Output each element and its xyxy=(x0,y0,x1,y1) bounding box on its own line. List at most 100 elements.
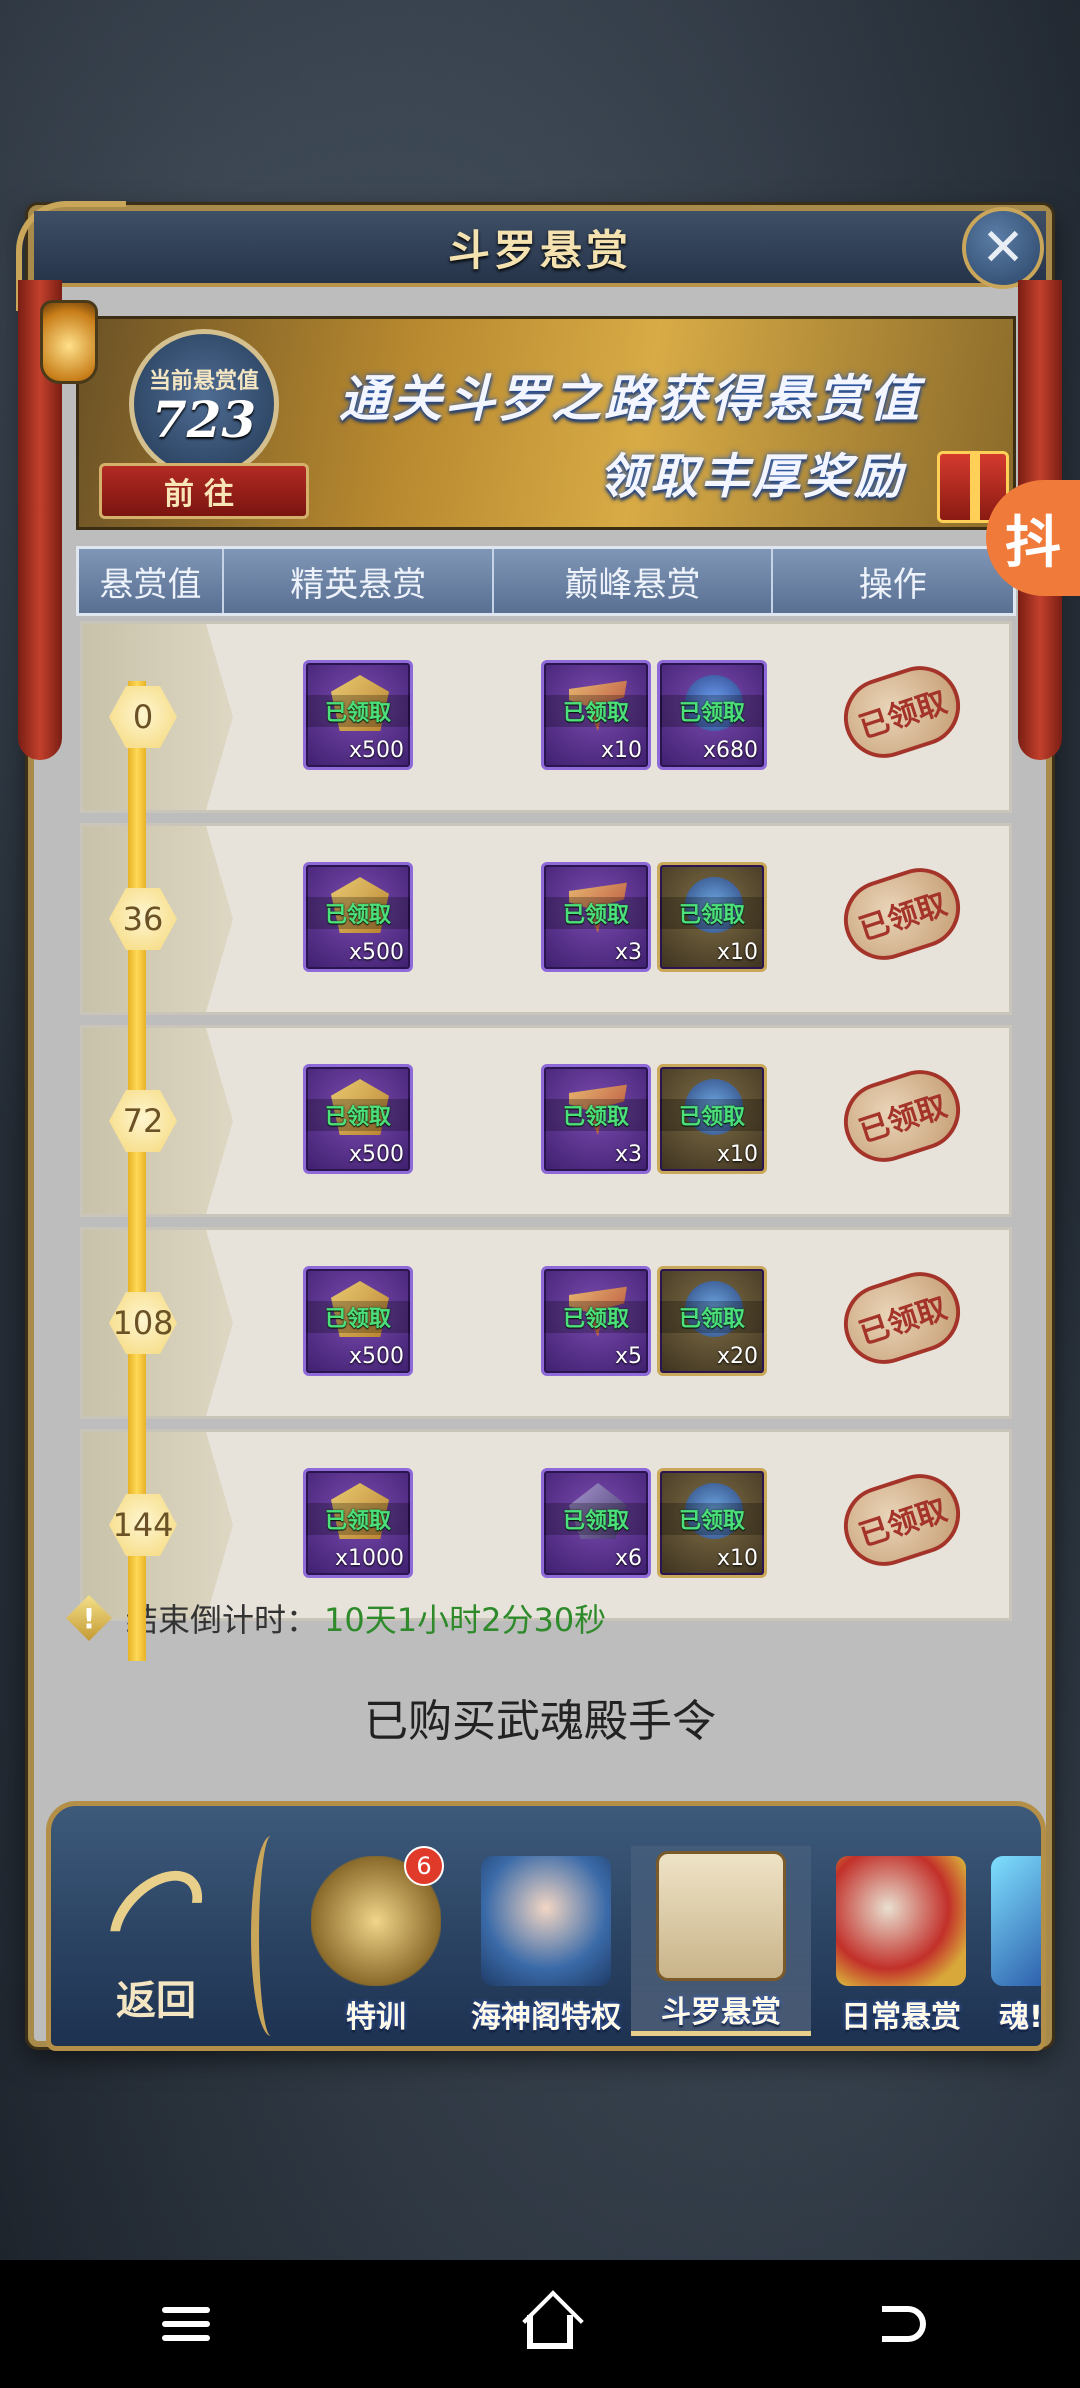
claimed-label: 已领取 xyxy=(306,695,410,727)
banner-headline: 通关斗罗之路获得悬赏值 xyxy=(339,369,922,428)
elite-reward-item[interactable]: 已领取 x500 xyxy=(303,660,413,770)
item-quantity: x500 xyxy=(348,738,404,763)
countdown-label: 结束倒计时： xyxy=(126,1601,319,1639)
medal-circle: 当前悬赏值 723 xyxy=(129,329,279,479)
back-arrow-icon xyxy=(92,1853,220,1981)
close-icon: ✕ xyxy=(981,218,1025,278)
claimed-label: 已领取 xyxy=(544,1099,648,1131)
back-button[interactable]: 返回 xyxy=(71,1846,241,2026)
claimed-label: 已领取 xyxy=(660,695,764,727)
item-quantity: x500 xyxy=(348,1344,404,1369)
current-bounty-medal: 当前悬赏值 723 前往 xyxy=(99,329,309,525)
claimed-label: 已领取 xyxy=(306,1301,410,1333)
peak-reward-item[interactable]: 已领取 x10 xyxy=(541,660,651,770)
warning-icon: ! xyxy=(66,1595,112,1641)
header-peak-reward: 巅峰悬赏 xyxy=(494,549,773,613)
elite-reward-item[interactable]: 已领取 x1000 xyxy=(303,1468,413,1578)
title-bar: 斗罗悬赏 ✕ xyxy=(34,207,1046,289)
peak-reward-item[interactable]: 已领取 x3 xyxy=(541,1064,651,1174)
peak-reward-item[interactable]: 已领取 x5 xyxy=(541,1266,651,1376)
table-row: 144 已领取 x1000 已领取 x6 已领取 x10 已领取 xyxy=(80,1429,1012,1621)
claimed-label: 已领取 xyxy=(660,897,764,929)
claimed-stamp: 已领取 xyxy=(833,1261,971,1375)
bounty-banner: 当前悬赏值 723 前往 通关斗罗之路获得悬赏值 领取丰厚奖励 xyxy=(76,316,1016,530)
tab-label: 斗罗悬赏 xyxy=(661,1995,781,2030)
purchase-status: 已购买武魂殿手令 xyxy=(364,1696,716,1747)
claimed-label: 已领取 xyxy=(306,1099,410,1131)
table-row: 72 已领取 x500 已领取 x3 已领取 x10 已领取 xyxy=(80,1025,1012,1217)
countdown-value: 10天1小时2分30秒 xyxy=(324,1601,607,1639)
crystal-icon xyxy=(991,1856,1041,1986)
claimed-label: 已领取 xyxy=(660,1503,764,1535)
tab-douluo-bounty[interactable]: 斗罗悬赏 xyxy=(631,1846,811,2036)
claimed-label: 已领取 xyxy=(544,1301,648,1333)
elite-reward-item[interactable]: 已领取 x500 xyxy=(303,862,413,972)
claimed-label: 已领取 xyxy=(544,897,648,929)
peak-reward-item[interactable]: 已领取 x680 xyxy=(657,660,767,770)
item-quantity: x3 xyxy=(614,1142,642,1167)
claimed-stamp: 已领取 xyxy=(833,1463,971,1577)
tab-daily-bounty[interactable]: 日常悬赏 xyxy=(811,1846,991,2036)
tab-label: 魂! xyxy=(999,2000,1043,2035)
item-quantity: x3 xyxy=(614,940,642,965)
menu-icon[interactable] xyxy=(154,2299,218,2349)
header-bounty-value: 悬赏值 xyxy=(79,549,225,613)
claimed-label: 已领取 xyxy=(306,897,410,929)
peak-reward-item[interactable]: 已领取 x10 xyxy=(657,1468,767,1578)
bounty-panel: 斗罗悬赏 ✕ 当前悬赏值 723 前往 通关斗罗之路获得悬赏值 领取丰厚奖励 悬… xyxy=(16,201,1052,2051)
wanted-poster-icon xyxy=(656,1851,786,1981)
item-quantity: x680 xyxy=(702,738,758,763)
peak-reward-item[interactable]: 已领取 x10 xyxy=(657,1064,767,1174)
banner-subline: 领取丰厚奖励 xyxy=(599,449,906,505)
countdown: ! 结束倒计时： 10天1小时2分30秒 xyxy=(66,1595,606,1641)
peak-reward-item[interactable]: 已领取 x3 xyxy=(541,862,651,972)
claimed-stamp: 已领取 xyxy=(833,857,971,971)
peak-reward-item[interactable]: 已领取 x10 xyxy=(657,862,767,972)
item-quantity: x5 xyxy=(614,1344,642,1369)
tab-soul[interactable]: 魂! xyxy=(981,1846,1043,2036)
page-title: 斗罗悬赏 xyxy=(447,225,632,275)
item-quantity: x1000 xyxy=(334,1546,404,1571)
item-quantity: x500 xyxy=(348,940,404,965)
claimed-label: 已领取 xyxy=(544,1503,648,1535)
header-elite-reward: 精英悬赏 xyxy=(224,549,495,613)
back-icon[interactable] xyxy=(881,2306,926,2342)
goto-button[interactable]: 前往 xyxy=(99,463,309,519)
tab-training[interactable]: 特训 6 xyxy=(286,1846,466,2036)
back-label: 返回 xyxy=(116,1978,196,2024)
table-header: 悬赏值 精英悬赏 巅峰悬赏 操作 xyxy=(76,546,1016,616)
current-bounty-value: 723 xyxy=(151,390,257,449)
tab-label: 日常悬赏 xyxy=(841,2000,961,2035)
tab-label: 特训 xyxy=(346,2000,406,2035)
claimed-stamp: 已领取 xyxy=(833,655,971,769)
table-row: 0 已领取 x500 已领取 x10 已领取 x680 已领取 xyxy=(80,621,1012,813)
item-quantity: x10 xyxy=(600,738,642,763)
item-quantity: x20 xyxy=(716,1344,758,1369)
table-row: 108 已领取 x500 已领取 x5 已领取 x20 已领取 xyxy=(80,1227,1012,1419)
item-quantity: x10 xyxy=(716,940,758,965)
claimed-label: 已领取 xyxy=(660,1099,764,1131)
claimed-label: 已领取 xyxy=(544,695,648,727)
claimed-stamp: 已领取 xyxy=(833,1059,971,1173)
close-button[interactable]: ✕ xyxy=(962,207,1044,289)
lantern-icon xyxy=(40,300,98,384)
peak-reward-item[interactable]: 已领取 x6 xyxy=(541,1468,651,1578)
tab-label: 海神阁特权 xyxy=(471,2000,621,2035)
claimed-label: 已领取 xyxy=(306,1503,410,1535)
goddess-portrait-icon xyxy=(481,1856,611,1986)
item-quantity: x10 xyxy=(716,1546,758,1571)
tab-sea-god-privilege[interactable]: 海神阁特权 xyxy=(456,1846,636,2036)
claimed-label: 已领取 xyxy=(660,1301,764,1333)
notification-badge: 6 xyxy=(404,1846,444,1886)
header-action: 操作 xyxy=(858,564,927,605)
elite-reward-item[interactable]: 已领取 x500 xyxy=(303,1064,413,1174)
home-icon[interactable] xyxy=(526,2315,573,2349)
elite-reward-item[interactable]: 已领取 x500 xyxy=(303,1266,413,1376)
peak-reward-item[interactable]: 已领取 x20 xyxy=(657,1266,767,1376)
item-quantity: x500 xyxy=(348,1142,404,1167)
tab-separator xyxy=(251,1836,291,2036)
table-row: 36 已领取 x500 已领取 x3 已领取 x10 已领取 xyxy=(80,823,1012,1015)
reward-list[interactable]: 0 已领取 x500 已领取 x10 已领取 x680 已领取 36 已领取 x… xyxy=(76,621,1016,1661)
item-quantity: x6 xyxy=(614,1546,642,1571)
scroll-coins-icon xyxy=(836,1856,966,1986)
